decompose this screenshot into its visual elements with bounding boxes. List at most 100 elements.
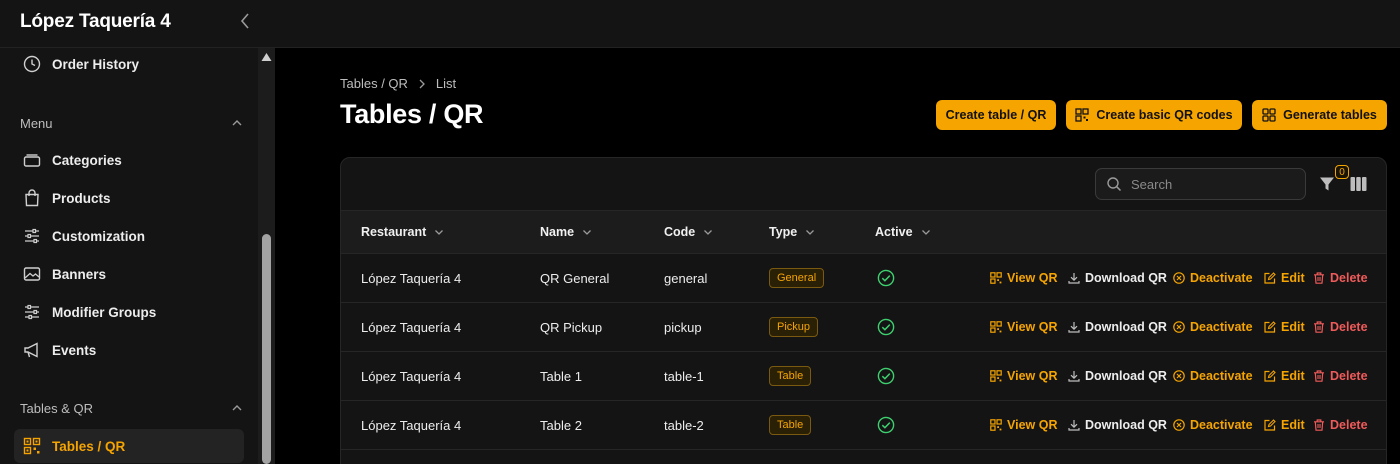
view-qr-button[interactable]: View QR — [990, 254, 1057, 302]
edit-icon — [1264, 370, 1276, 382]
sidebar-item-modifier-groups[interactable]: Modifier Groups — [14, 295, 244, 329]
chevron-down-icon — [921, 230, 930, 235]
download-icon — [1068, 370, 1080, 382]
sliders-icon — [22, 226, 42, 246]
generate-tables-button[interactable]: Generate tables — [1252, 100, 1387, 130]
deactivate-button[interactable]: Deactivate — [1173, 303, 1253, 351]
cell-name: Table 2 — [540, 417, 582, 433]
delete-button[interactable]: Delete — [1313, 303, 1368, 351]
stack-icon — [22, 150, 42, 170]
breadcrumb-current: List — [435, 76, 457, 91]
cell-restaurant: López Taquería 4 — [361, 319, 462, 335]
column-header-type[interactable]: Type — [769, 211, 816, 253]
sidebar-item-products[interactable]: Products — [14, 181, 244, 215]
cell-active — [877, 303, 895, 351]
deactivate-button[interactable]: Deactivate — [1173, 352, 1253, 400]
collapse-sidebar-button[interactable] — [236, 12, 254, 30]
sidebar-scrollbar[interactable] — [258, 48, 275, 464]
edit-button[interactable]: Edit — [1264, 303, 1305, 351]
create-basic-qr-button[interactable]: Create basic QR codes — [1066, 100, 1242, 130]
sidebar-item-categories[interactable]: Categories — [14, 143, 244, 177]
chevron-right-icon — [418, 79, 426, 89]
chevron-down-icon — [583, 230, 592, 235]
breadcrumb-link-tables-qr[interactable]: Tables / QR — [340, 76, 408, 91]
action-label: Download QR — [1085, 369, 1167, 383]
columns-icon[interactable] — [1350, 176, 1367, 192]
action-label: View QR — [1007, 418, 1058, 432]
download-icon — [1068, 419, 1080, 431]
check-circle-icon — [877, 416, 895, 434]
action-label: Delete — [1330, 320, 1368, 334]
type-badge: Pickup — [769, 317, 819, 337]
x-circle-icon — [1173, 272, 1185, 284]
delete-button[interactable]: Delete — [1313, 401, 1368, 449]
action-label: Download QR — [1085, 271, 1167, 285]
scroll-up-arrow-icon[interactable] — [261, 52, 272, 62]
filter-count-badge: 0 — [1335, 165, 1349, 179]
download-qr-button[interactable]: Download QR — [1068, 352, 1167, 400]
deactivate-button[interactable]: Deactivate — [1173, 401, 1253, 449]
clock-icon — [22, 54, 42, 74]
action-label: View QR — [1007, 369, 1058, 383]
search-input[interactable] — [1131, 176, 1291, 192]
section-label: Tables & QR — [20, 400, 93, 416]
edit-button[interactable]: Edit — [1264, 401, 1305, 449]
chevron-down-icon — [806, 230, 815, 235]
download-qr-button[interactable]: Download QR — [1068, 303, 1167, 351]
edit-button[interactable]: Edit — [1264, 352, 1305, 400]
search-box — [1095, 168, 1306, 200]
action-label: Edit — [1281, 271, 1305, 285]
cell-code: general — [664, 270, 708, 286]
table-header: Restaurant Name Code Type Active — [341, 210, 1386, 254]
sidebar-item-label: Customization — [52, 228, 145, 244]
action-label: Delete — [1330, 271, 1368, 285]
action-label: Deactivate — [1190, 271, 1253, 285]
download-qr-button[interactable]: Download QR — [1068, 401, 1167, 449]
action-label: Deactivate — [1190, 418, 1253, 432]
view-qr-button[interactable]: View QR — [990, 352, 1057, 400]
column-header-code[interactable]: Code — [664, 211, 714, 253]
page-title: Tables / QR — [340, 99, 484, 129]
sliders-icon — [22, 302, 42, 322]
action-label: View QR — [1007, 320, 1058, 334]
grid-icon — [1262, 108, 1276, 122]
check-circle-icon — [877, 269, 895, 287]
sidebar-item-banners[interactable]: Banners — [14, 257, 244, 291]
action-label: Deactivate — [1190, 320, 1253, 334]
column-header-restaurant[interactable]: Restaurant — [361, 211, 445, 253]
sidebar-item-tables-qr[interactable]: Tables / QR — [14, 429, 244, 463]
chevron-down-icon — [704, 230, 713, 235]
delete-button[interactable]: Delete — [1313, 352, 1368, 400]
delete-button[interactable]: Delete — [1313, 254, 1368, 302]
cell-active — [877, 352, 895, 400]
search-icon — [1107, 177, 1122, 192]
download-qr-button[interactable]: Download QR — [1068, 254, 1167, 302]
column-header-active[interactable]: Active — [875, 211, 932, 253]
deactivate-button[interactable]: Deactivate — [1173, 254, 1253, 302]
filter-icon[interactable] — [1319, 176, 1335, 192]
table-row: López Taquería 4 Table 1 table-1 Table V… — [341, 352, 1386, 401]
section-tables-qr[interactable]: Tables & QR — [20, 398, 244, 418]
cell-code: table-2 — [664, 417, 704, 433]
scrollbar-thumb[interactable] — [262, 234, 271, 464]
column-header-name[interactable]: Name — [540, 211, 593, 253]
view-qr-button[interactable]: View QR — [990, 303, 1057, 351]
image-icon — [22, 264, 42, 284]
sidebar-item-customization[interactable]: Customization — [14, 219, 244, 253]
sidebar-item-label: Banners — [52, 266, 107, 282]
create-table-button[interactable]: Create table / QR — [936, 100, 1056, 130]
section-menu[interactable]: Menu — [20, 113, 244, 133]
button-label: Create basic QR codes — [1096, 108, 1233, 122]
edit-icon — [1264, 272, 1276, 284]
cell-name: QR General — [540, 270, 610, 286]
sidebar-item-events[interactable]: Events — [14, 333, 244, 367]
chevron-down-icon — [435, 230, 444, 235]
sidebar-item-label: Categories — [52, 152, 122, 168]
edit-button[interactable]: Edit — [1264, 254, 1305, 302]
cell-name: QR Pickup — [540, 319, 603, 335]
column-header-label: Active — [875, 225, 913, 239]
action-label: Delete — [1330, 369, 1368, 383]
view-qr-button[interactable]: View QR — [990, 401, 1057, 449]
sidebar-item-order-history[interactable]: Order History — [14, 47, 244, 81]
tables-card: 0 Restaurant Name Code Type Active López… — [340, 157, 1387, 464]
